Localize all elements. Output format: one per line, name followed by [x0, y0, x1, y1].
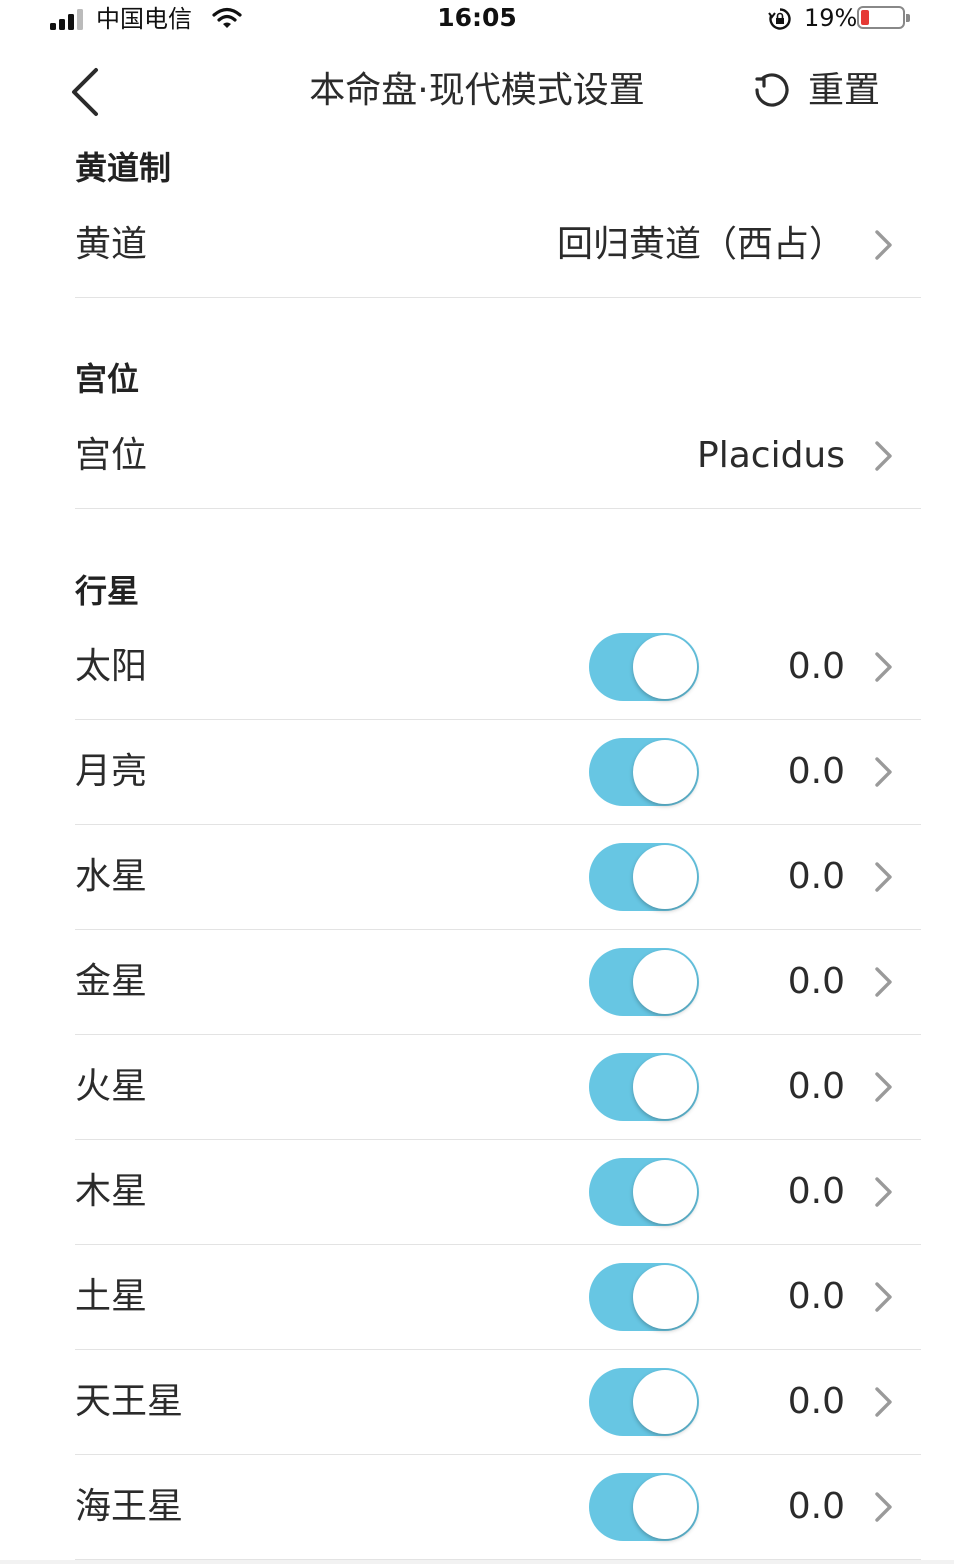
bottom-strip: [0, 1560, 954, 1564]
reset-label: 重置: [808, 70, 881, 111]
refresh-icon: [755, 73, 789, 107]
chevron-right-icon: [875, 862, 892, 892]
planet-label: 水星: [75, 856, 148, 897]
chevron-right-icon: [875, 441, 892, 471]
toggle-knob: [633, 950, 697, 1014]
planet-row-venus[interactable]: 金星 0.0: [75, 930, 921, 1035]
planet-row-uranus[interactable]: 天王星 0.0: [75, 1350, 921, 1455]
planet-toggle[interactable]: [589, 948, 699, 1016]
planet-row-neptune[interactable]: 海王星 0.0: [75, 1455, 921, 1560]
planet-value: 0.0: [787, 856, 845, 897]
planet-label: 海王星: [75, 1486, 184, 1527]
reset-button[interactable]: 重置: [750, 66, 880, 116]
planet-value: 0.0: [787, 646, 845, 687]
house-row-label: 宫位: [75, 435, 148, 476]
settings-screen: 中国电信 16:05 19% 本命盘·现代模式设置 重置 黄道制 黄道 回归黄道…: [0, 0, 954, 1564]
chevron-right-icon: [875, 1072, 892, 1102]
planet-label: 太阳: [75, 646, 148, 687]
toggle-knob: [633, 1475, 697, 1539]
toggle-knob: [633, 845, 697, 909]
planet-toggle[interactable]: [589, 843, 699, 911]
planet-toggle[interactable]: [589, 633, 699, 701]
toggle-knob: [633, 635, 697, 699]
chevron-right-icon: [875, 652, 892, 682]
chevron-right-icon: [875, 757, 892, 787]
planet-value: 0.0: [787, 1066, 845, 1107]
planet-toggle[interactable]: [589, 1473, 699, 1541]
planets-section-header: 行星: [75, 572, 140, 610]
house-row[interactable]: 宫位 Placidus: [75, 404, 921, 509]
chevron-right-icon: [875, 1177, 892, 1207]
planet-label: 金星: [75, 961, 148, 1002]
planet-row-saturn[interactable]: 土星 0.0: [75, 1245, 921, 1350]
planet-toggle[interactable]: [589, 1263, 699, 1331]
chevron-right-icon: [875, 1387, 892, 1417]
planet-label: 火星: [75, 1066, 148, 1107]
battery-percent: 19%: [804, 4, 858, 32]
chevron-right-icon: [875, 230, 892, 260]
chevron-right-icon: [875, 967, 892, 997]
toggle-knob: [633, 1370, 697, 1434]
planet-row-moon[interactable]: 月亮 0.0: [75, 720, 921, 825]
planet-row-jupiter[interactable]: 木星 0.0: [75, 1140, 921, 1245]
house-row-value: Placidus: [697, 435, 845, 476]
planet-toggle[interactable]: [589, 1158, 699, 1226]
ecliptic-row[interactable]: 黄道 回归黄道（西占）: [75, 193, 921, 298]
battery-icon: [857, 6, 910, 29]
planet-toggle[interactable]: [589, 738, 699, 806]
planet-value: 0.0: [787, 961, 845, 1002]
planet-row-mars[interactable]: 火星 0.0: [75, 1035, 921, 1140]
planet-label: 木星: [75, 1171, 148, 1212]
ecliptic-row-label: 黄道: [75, 224, 148, 265]
planet-toggle[interactable]: [589, 1368, 699, 1436]
toggle-knob: [633, 1265, 697, 1329]
nav-bar: 本命盘·现代模式设置 重置: [0, 44, 954, 136]
planet-value: 0.0: [787, 1381, 845, 1422]
toggle-knob: [633, 1160, 697, 1224]
planet-toggle[interactable]: [589, 1053, 699, 1121]
planet-row-mercury[interactable]: 水星 0.0: [75, 825, 921, 930]
planet-value: 0.0: [787, 1276, 845, 1317]
ecliptic-row-value: 回归黄道（西占）: [556, 224, 845, 265]
chevron-right-icon: [875, 1282, 892, 1312]
planet-label: 土星: [75, 1276, 148, 1317]
planet-row-sun[interactable]: 太阳 0.0: [75, 615, 921, 720]
planet-value: 0.0: [787, 1486, 845, 1527]
planet-value: 0.0: [787, 1171, 845, 1212]
rotation-lock-icon: [768, 8, 791, 30]
ecliptic-section-header: 黄道制: [75, 149, 172, 187]
planet-value: 0.0: [787, 751, 845, 792]
status-bar: 中国电信 16:05 19%: [0, 0, 954, 40]
planet-label: 天王星: [75, 1381, 184, 1422]
toggle-knob: [633, 1055, 697, 1119]
planet-label: 月亮: [75, 751, 148, 792]
house-section-header: 宫位: [75, 360, 140, 398]
toggle-knob: [633, 740, 697, 804]
chevron-right-icon: [875, 1492, 892, 1522]
